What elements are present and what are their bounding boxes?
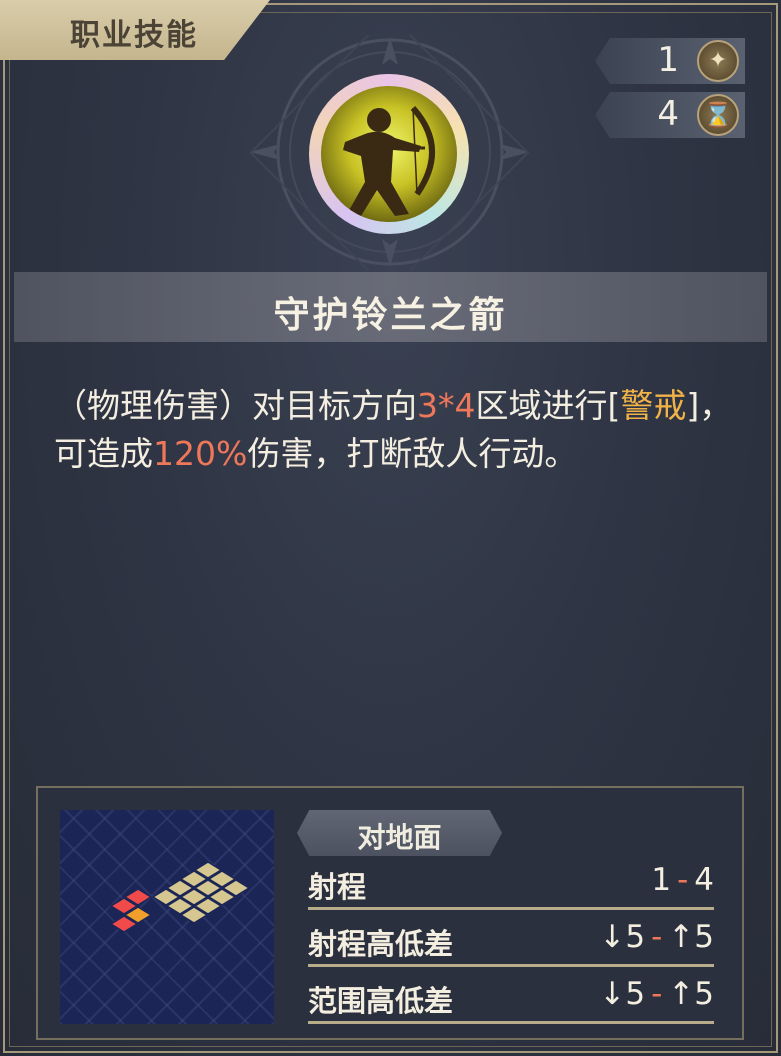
desc-damage-value: 120% [153, 434, 248, 473]
desc-status-keyword[interactable]: 警戒 [620, 386, 686, 425]
desc-text-2: 区域进行[ [475, 386, 621, 425]
star-sparkle-icon: ✦ [697, 40, 739, 82]
skill-description: （物理伤害）对目标方向3*4区域进行[警戒]，可造成120%伤害，打断敌人行动。 [54, 382, 734, 478]
range-max: 4 [694, 862, 714, 898]
skill-icon-ring [309, 74, 469, 234]
target-type-label: 对地面 [357, 821, 442, 854]
range-height-dash: - [651, 919, 663, 955]
skill-name: 守护铃兰之箭 [273, 295, 508, 336]
range-grid-tiles [109, 861, 251, 933]
range-min: 1 [651, 862, 672, 898]
range-height-row: 射程高低差 ↓5- ↑5 [308, 917, 714, 967]
cooldown-value: 4 [657, 94, 679, 134]
range-height-label: 射程高低差 [308, 927, 454, 961]
category-tag-label: 职业技能 [70, 18, 198, 53]
range-height-max: ↑5 [668, 919, 714, 955]
range-label: 射程 [308, 870, 367, 904]
area-height-dash: - [651, 976, 663, 1012]
area-height-row: 范围高低差 ↓5- ↑5 [308, 974, 714, 1024]
range-grid-preview [60, 810, 274, 1024]
range-value: 1-4 [651, 862, 714, 898]
hourglass-icon: ⌛ [697, 94, 739, 136]
range-height-min: ↓5 [599, 919, 646, 955]
desc-text-4: 伤害，打断敌人行动。 [247, 434, 578, 473]
cost-value: 1 [657, 40, 679, 80]
desc-text-1: （物理伤害）对目标方向 [54, 386, 417, 425]
range-row: 射程 1-4 [308, 860, 714, 910]
skill-panel: 职业技能 1 ✦ 4 ⌛ 守护铃兰之箭 （物理伤害）对目标方向3*4区域进行[警… [0, 0, 781, 1056]
area-height-min: ↓5 [599, 976, 646, 1012]
archer-bow-icon [321, 86, 457, 222]
area-height-value: ↓5- ↑5 [599, 976, 714, 1012]
area-height-label: 范围高低差 [308, 984, 454, 1018]
range-height-value: ↓5- ↑5 [599, 919, 714, 955]
desc-area-value: 3*4 [417, 386, 476, 425]
range-dash: - [677, 862, 689, 898]
area-height-max: ↑5 [668, 976, 714, 1012]
